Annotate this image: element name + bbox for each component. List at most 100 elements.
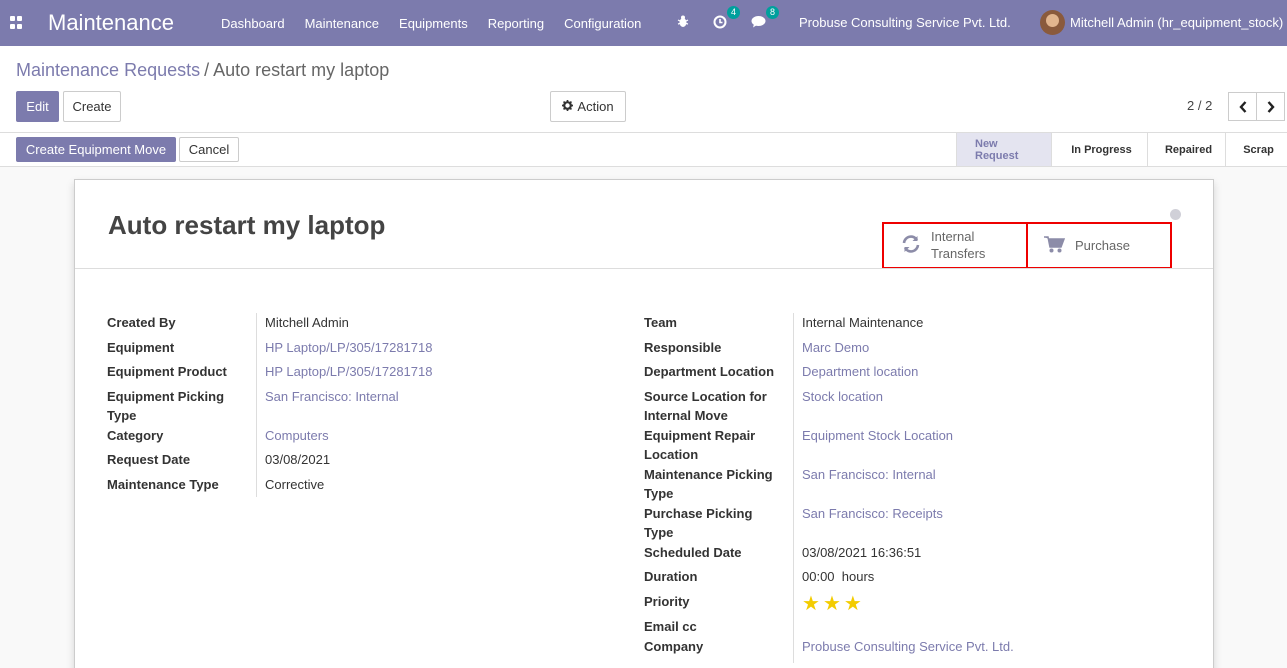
menu-reporting[interactable]: Reporting <box>488 16 544 31</box>
main-menu: Dashboard Maintenance Equipments Reporti… <box>221 16 661 31</box>
stage-bar: New Request In Progress Repaired Scrap <box>956 133 1287 166</box>
team-label: Team <box>644 315 677 330</box>
maintenance-type-label: Maintenance Type <box>107 477 219 492</box>
edit-button[interactable]: Edit <box>16 91 59 122</box>
purchase-picking-type-link[interactable]: San Francisco: Receipts <box>802 504 943 523</box>
star-icon[interactable]: ★ <box>844 593 865 615</box>
pager-previous-button[interactable] <box>1228 92 1257 121</box>
internal-transfers-smart-button[interactable]: Internal Transfers <box>901 222 985 268</box>
control-panel: Maintenance Requests / Auto restart my lap… <box>0 46 1287 133</box>
message-count-badge: 8 <box>765 6 779 19</box>
chevron-right-icon <box>1267 100 1275 113</box>
breadcrumb-separator: / <box>204 60 210 80</box>
equipment-link[interactable]: HP Laptop/LP/305/17281718 <box>265 338 432 357</box>
purchase-picking-type-label-line1: Purchase Picking <box>644 506 753 521</box>
equipment-product-link[interactable]: HP Laptop/LP/305/17281718 <box>265 362 432 381</box>
scheduled-date-label: Scheduled Date <box>644 545 742 560</box>
category-link[interactable]: Computers <box>265 426 329 445</box>
team-value[interactable]: Internal Maintenance <box>802 313 923 332</box>
department-location-label: Department Location <box>644 364 775 379</box>
duration-label: Duration <box>644 569 698 584</box>
company-switcher[interactable]: Probuse Consulting Service Pvt. Ltd. <box>799 15 1011 30</box>
chevron-left-icon <box>1238 100 1246 113</box>
maintenance-picking-type-link[interactable]: San Francisco: Internal <box>802 465 936 484</box>
menu-dashboard[interactable]: Dashboard <box>221 16 285 31</box>
duration-value[interactable]: 00:00 hours <box>802 567 874 586</box>
repair-location-label-line2: Location <box>644 447 699 462</box>
maintenance-picking-type-label-line1: Maintenance Picking <box>644 467 773 482</box>
priority-stars[interactable]: ★★★ <box>802 591 865 616</box>
activity-count-badge: 4 <box>726 5 740 19</box>
breadcrumb: Maintenance Requests / Auto restart my lap… <box>16 60 389 81</box>
bug-icon[interactable] <box>677 15 689 31</box>
repair-location-label: Equipment Repair Location <box>644 426 755 464</box>
create-equipment-move-button[interactable]: Create Equipment Move <box>16 137 176 162</box>
internal-transfers-label-line2: Transfers <box>931 246 986 261</box>
equipment-picking-type-label: Equipment Picking Type <box>107 387 224 425</box>
messages-icon[interactable]: 8 <box>751 6 779 31</box>
maintenance-picking-type-label: Maintenance Picking Type <box>644 465 773 503</box>
menu-configuration[interactable]: Configuration <box>564 16 641 31</box>
create-button[interactable]: Create <box>63 91 121 122</box>
responsible-label: Responsible <box>644 340 722 355</box>
breadcrumb-current: Auto restart my laptop <box>213 60 390 80</box>
status-bar: Create Equipment Move Cancel New Request… <box>0 133 1287 167</box>
title-divider <box>75 268 1213 269</box>
purchase-smart-button[interactable]: Purchase <box>1044 222 1130 268</box>
company-link[interactable]: Probuse Consulting Service Pvt. Ltd. <box>802 637 1014 656</box>
star-icon[interactable]: ★ <box>823 593 844 615</box>
action-button[interactable]: Action <box>550 91 626 122</box>
scheduled-date-value[interactable]: 03/08/2021 16:36:51 <box>802 543 921 562</box>
internal-transfers-label-line1: Internal <box>931 229 975 244</box>
breadcrumb-parent[interactable]: Maintenance Requests <box>16 60 200 80</box>
source-location-label: Source Location for Internal Move <box>644 387 767 425</box>
activity-clock-icon[interactable]: 4 <box>713 5 740 32</box>
form-sheet: Auto restart my laptop Internal Transfer… <box>74 179 1214 668</box>
pager-value[interactable]: 2 / 2 <box>1187 98 1212 113</box>
company-label: Company <box>644 639 704 654</box>
purchase-label: Purchase <box>1075 237 1130 253</box>
stage-repaired[interactable]: Repaired <box>1147 133 1225 166</box>
department-location-link[interactable]: Department location <box>802 362 918 381</box>
source-location-label-line2: Internal Move <box>644 408 728 423</box>
source-location-label-line1: Source Location for <box>644 389 767 404</box>
internal-transfers-label: Internal Transfers <box>931 228 985 262</box>
created-by-value[interactable]: Mitchell Admin <box>265 313 349 332</box>
refresh-icon <box>901 234 921 257</box>
equipment-picking-type-link[interactable]: San Francisco: Internal <box>265 387 399 406</box>
record-title[interactable]: Auto restart my laptop <box>108 210 385 241</box>
stage-in-progress[interactable]: In Progress <box>1051 133 1147 166</box>
stage-scrap[interactable]: Scrap <box>1225 133 1287 166</box>
menu-maintenance[interactable]: Maintenance <box>305 16 379 31</box>
source-location-link[interactable]: Stock location <box>802 387 883 406</box>
right-column-divider <box>793 313 794 663</box>
user-menu[interactable]: Mitchell Admin (hr_equipment_stock) <box>1070 15 1283 30</box>
systray: 4 8 <box>677 0 790 46</box>
cancel-button[interactable]: Cancel <box>179 137 239 162</box>
email-cc-label: Email cc <box>644 619 697 634</box>
equipment-picking-type-label-line1: Equipment Picking <box>107 389 225 404</box>
repair-location-link[interactable]: Equipment Stock Location <box>802 426 953 445</box>
app-title[interactable]: Maintenance <box>48 10 174 36</box>
user-avatar[interactable] <box>1040 10 1065 35</box>
action-label: Action <box>577 99 614 114</box>
apps-menu-icon[interactable] <box>10 16 24 30</box>
request-date-value[interactable]: 03/08/2021 <box>265 450 330 469</box>
kanban-state-indicator[interactable] <box>1170 209 1181 220</box>
left-column-divider <box>256 313 257 497</box>
responsible-link[interactable]: Marc Demo <box>802 338 869 357</box>
shopping-cart-icon <box>1044 235 1066 256</box>
request-date-label: Request Date <box>107 452 191 467</box>
top-navbar: Maintenance Dashboard Maintenance Equipm… <box>0 0 1287 46</box>
purchase-picking-type-label-line2: Type <box>644 525 674 540</box>
menu-equipments[interactable]: Equipments <box>399 16 468 31</box>
purchase-picking-type-label: Purchase Picking Type <box>644 504 752 542</box>
equipment-product-label: Equipment Product <box>107 364 227 379</box>
pager-next-button[interactable] <box>1256 92 1285 121</box>
stage-new-request[interactable]: New Request <box>956 133 1051 166</box>
maintenance-type-value[interactable]: Corrective <box>265 475 324 494</box>
created-by-label: Created By <box>107 315 176 330</box>
repair-location-label-line1: Equipment Repair <box>644 428 756 443</box>
star-icon[interactable]: ★ <box>802 593 823 615</box>
equipment-picking-type-label-line2: Type <box>107 408 137 423</box>
